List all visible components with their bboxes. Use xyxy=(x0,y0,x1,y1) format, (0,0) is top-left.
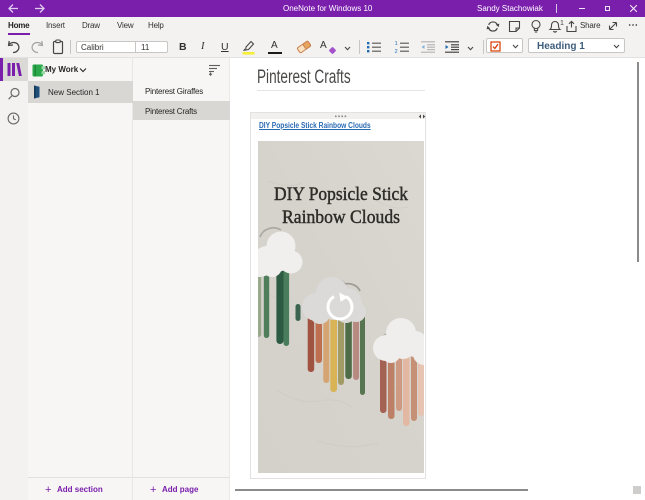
svg-text:2: 2 xyxy=(395,49,398,54)
svg-text:DIY Popsicle Stick: DIY Popsicle Stick xyxy=(274,184,408,205)
svg-text:1: 1 xyxy=(560,20,564,27)
svg-text:Rainbow Clouds: Rainbow Clouds xyxy=(282,207,400,228)
svg-text:1: 1 xyxy=(395,41,398,47)
